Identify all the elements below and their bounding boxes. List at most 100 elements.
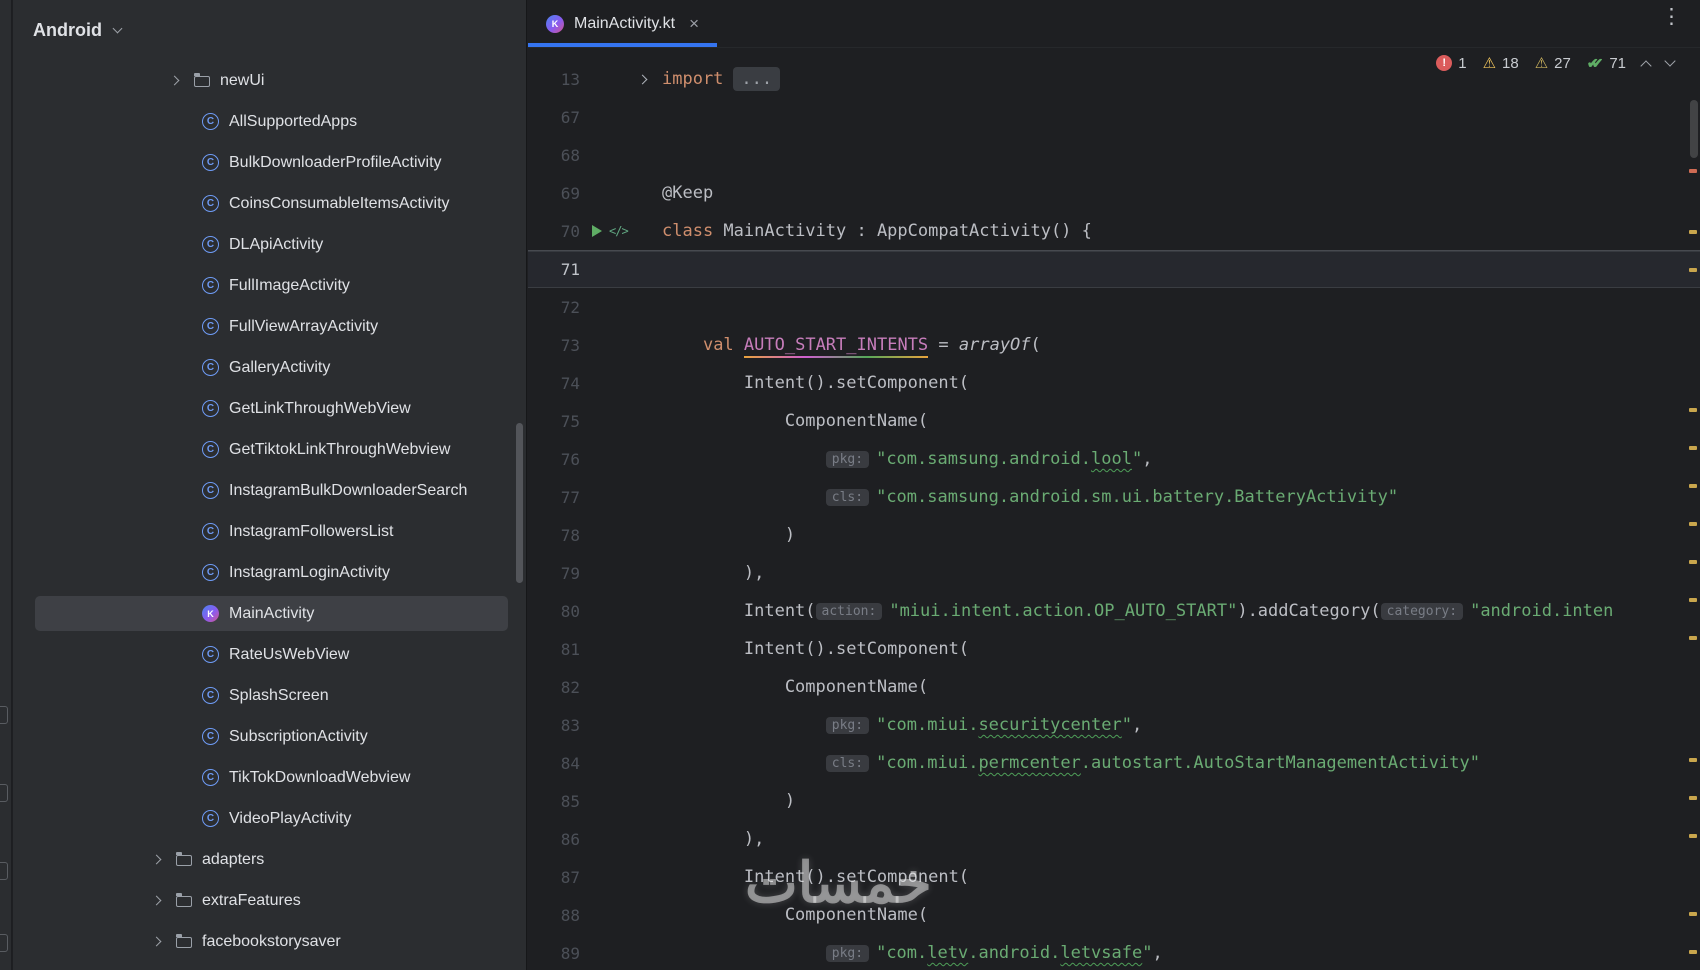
tree-item-GetLinkThroughWebView[interactable]: CGetLinkThroughWebView [13,388,526,429]
code-line: 84 cls:"com.miui.permcenter.autostart.Au… [528,744,1700,782]
folded-region[interactable]: ... [733,67,780,91]
tool-window-icon[interactable] [0,706,8,724]
line-number[interactable]: 79 [528,564,580,583]
tool-window-icon[interactable] [0,862,8,880]
tree-item-facebookstorysaver[interactable]: facebookstorysaver [13,921,526,962]
tree-item-CoinsConsumableItemsActivity[interactable]: CCoinsConsumableItemsActivity [13,183,526,224]
error-stripe-mark[interactable] [1689,796,1697,800]
error-stripe-mark[interactable] [1689,522,1697,526]
line-number[interactable]: 71 [528,260,580,279]
chevron-right-icon[interactable] [170,76,180,86]
line-number[interactable]: 83 [528,716,580,735]
run-gutter-icon[interactable] [592,225,602,237]
tree-item-MainActivity[interactable]: KMainActivity [13,593,526,634]
line-number[interactable]: 75 [528,412,580,431]
folder-icon [176,937,192,948]
tree-item-InstagramFollowersList[interactable]: CInstagramFollowersList [13,511,526,552]
line-number[interactable]: 81 [528,640,580,659]
line-number[interactable]: 85 [528,792,580,811]
prev-problem-button[interactable] [1640,60,1651,71]
next-problem-button[interactable] [1664,55,1675,66]
error-stripe-mark[interactable] [1689,446,1697,450]
error-stripe-mark[interactable] [1689,408,1697,412]
tree-scrollbar-thumb[interactable] [516,423,523,583]
line-number[interactable]: 77 [528,488,580,507]
line-number[interactable]: 13 [528,70,580,89]
tree-item-VideoPlayActivity[interactable]: CVideoPlayActivity [13,798,526,839]
tree-item-InstagramBulkDownloaderSearch[interactable]: CInstagramBulkDownloaderSearch [13,470,526,511]
error-stripe-mark[interactable] [1689,636,1697,640]
tree-item-SubscriptionActivity[interactable]: CSubscriptionActivity [13,716,526,757]
code-line: 72 [528,288,1700,326]
tool-window-icon[interactable] [0,934,8,952]
fold-region-toggle[interactable] [638,74,648,84]
line-number[interactable]: 68 [528,146,580,165]
checkmark-icon: ✔✔ [1587,55,1596,72]
tree-item-SplashScreen[interactable]: CSplashScreen [13,675,526,716]
class-icon: C [202,728,219,745]
more-options-button[interactable]: ⋮ [1661,4,1682,29]
line-number[interactable]: 82 [528,678,580,697]
tree-item-newUi[interactable]: newUi [13,60,526,101]
code-line: 81 Intent().setComponent( [528,630,1700,668]
code-line: 85 ) [528,782,1700,820]
error-stripe-mark[interactable] [1689,484,1697,488]
line-number[interactable]: 70 [528,222,580,241]
tab-mainactivity-kt[interactable]: K MainActivity.kt × [528,0,717,47]
line-number[interactable]: 67 [528,108,580,127]
chevron-right-icon[interactable] [152,855,162,865]
error-stripe-mark[interactable] [1689,169,1697,173]
tree-item-label: extraFeatures [202,892,301,910]
markup-gutter-icon[interactable]: </> [609,224,628,238]
inspections-widget[interactable]: ! 1 ⚠ 18 ⚠ 27 ✔✔ 71 [1436,54,1674,72]
warning-icon: ⚠ [1483,54,1496,72]
line-number[interactable]: 84 [528,754,580,773]
close-icon[interactable]: × [689,14,699,34]
tree-item-adapters[interactable]: adapters [13,839,526,880]
error-stripe-mark[interactable] [1689,230,1697,234]
error-stripe-mark[interactable] [1689,758,1697,762]
line-number[interactable]: 89 [528,944,580,963]
error-stripe-mark[interactable] [1689,268,1697,272]
tree-item-TikTokDownloadWebview[interactable]: CTikTokDownloadWebview [13,757,526,798]
line-number[interactable]: 74 [528,374,580,393]
chevron-right-icon[interactable] [152,896,162,906]
kotlin-class-icon: K [202,605,219,622]
line-number[interactable]: 69 [528,184,580,203]
editor-scrollbar-thumb[interactable] [1690,100,1698,158]
line-number[interactable]: 78 [528,526,580,545]
android-studio-window: Android newUiCAllSupportedAppsCBulkDownl… [0,0,1700,970]
line-number[interactable]: 88 [528,906,580,925]
tree-item-FullImageActivity[interactable]: CFullImageActivity [13,265,526,306]
project-view-selector[interactable]: Android [13,0,526,60]
tree-item-FullViewArrayActivity[interactable]: CFullViewArrayActivity [13,306,526,347]
line-number[interactable]: 80 [528,602,580,621]
error-count-item: ! 1 [1436,55,1466,72]
folder-icon [194,76,210,87]
code-line: 71 [528,250,1700,288]
code-text: Intent().setComponent( [662,639,969,659]
tree-item-extraFeatures[interactable]: extraFeatures [13,880,526,921]
tree-item-BulkDownloaderProfileActivity[interactable]: CBulkDownloaderProfileActivity [13,142,526,183]
error-stripe-mark[interactable] [1689,560,1697,564]
line-number[interactable]: 87 [528,868,580,887]
tree-item-AllSupportedApps[interactable]: CAllSupportedApps [13,101,526,142]
chevron-right-icon[interactable] [152,937,162,947]
code-text: pkg:"com.samsung.android.lool", [662,449,1152,469]
tool-window-icon[interactable] [0,784,8,802]
error-stripe-mark[interactable] [1689,912,1697,916]
line-number[interactable]: 73 [528,336,580,355]
tree-item-GetTiktokLinkThroughWebview[interactable]: CGetTiktokLinkThroughWebview [13,429,526,470]
tree-item-InstagramLoginActivity[interactable]: CInstagramLoginActivity [13,552,526,593]
line-number[interactable]: 72 [528,298,580,317]
tree-item-GalleryActivity[interactable]: CGalleryActivity [13,347,526,388]
code-line: 79 ), [528,554,1700,592]
tree-item-RateUsWebView[interactable]: CRateUsWebView [13,634,526,675]
tree-item-DLApiActivity[interactable]: CDLApiActivity [13,224,526,265]
line-number[interactable]: 76 [528,450,580,469]
error-icon: ! [1436,55,1452,71]
line-number[interactable]: 86 [528,830,580,849]
error-stripe-mark[interactable] [1689,950,1697,954]
error-stripe-mark[interactable] [1689,834,1697,838]
error-stripe-mark[interactable] [1689,598,1697,602]
